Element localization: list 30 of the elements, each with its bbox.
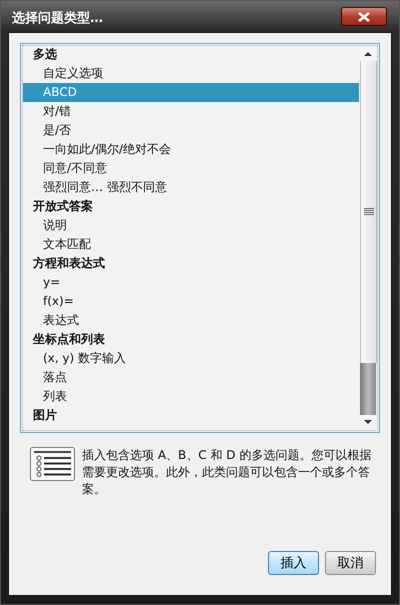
scroll-down-icon[interactable] (360, 415, 376, 429)
category-item[interactable]: 多选 (23, 45, 359, 64)
scroll-thumb[interactable] (360, 61, 377, 363)
category-item[interactable]: 坐标点和列表 (23, 330, 359, 349)
question-type-item[interactable]: 对/错 (23, 102, 359, 121)
close-button[interactable] (341, 7, 387, 26)
question-type-item[interactable]: 落点 (23, 368, 359, 387)
insert-button[interactable]: 插入 (268, 551, 319, 575)
question-type-item[interactable]: 自定义选项 (23, 64, 359, 83)
question-type-item[interactable]: 列表 (23, 387, 359, 406)
scroll-up-icon[interactable] (360, 47, 376, 61)
question-type-item[interactable]: 文本匹配 (23, 235, 359, 254)
category-item[interactable]: 方程和表达式 (23, 254, 359, 273)
question-type-item[interactable]: 强烈同意… 强烈不同意 (23, 178, 359, 197)
question-type-item[interactable]: 一向如此/偶尔/绝对不会 (23, 140, 359, 159)
question-type-item[interactable]: 同意/不同意 (23, 159, 359, 178)
description-text: 插入包含选项 A、B、C 和 D 的多选问题。您可以根据需要更改选项。此外，此类问题可以包含一个或多个答案。 (82, 447, 372, 498)
question-type-item[interactable]: y= (23, 273, 359, 292)
list-icon (30, 447, 75, 481)
cancel-button[interactable]: 取消 (325, 551, 376, 575)
category-item[interactable]: 开放式答案 (23, 197, 359, 216)
question-type-item[interactable]: 表达式 (23, 311, 359, 330)
question-type-item[interactable]: (x, y) 数字输入 (23, 349, 359, 368)
close-icon (358, 12, 370, 22)
category-item[interactable]: 图片 (23, 406, 359, 425)
window-title: 选择问题类型… (11, 10, 103, 26)
scrollbar[interactable] (360, 47, 376, 429)
question-type-item[interactable]: 说明 (23, 216, 359, 235)
question-type-item[interactable]: f(x)= (23, 292, 359, 311)
question-type-item[interactable]: 是/否 (23, 121, 359, 140)
